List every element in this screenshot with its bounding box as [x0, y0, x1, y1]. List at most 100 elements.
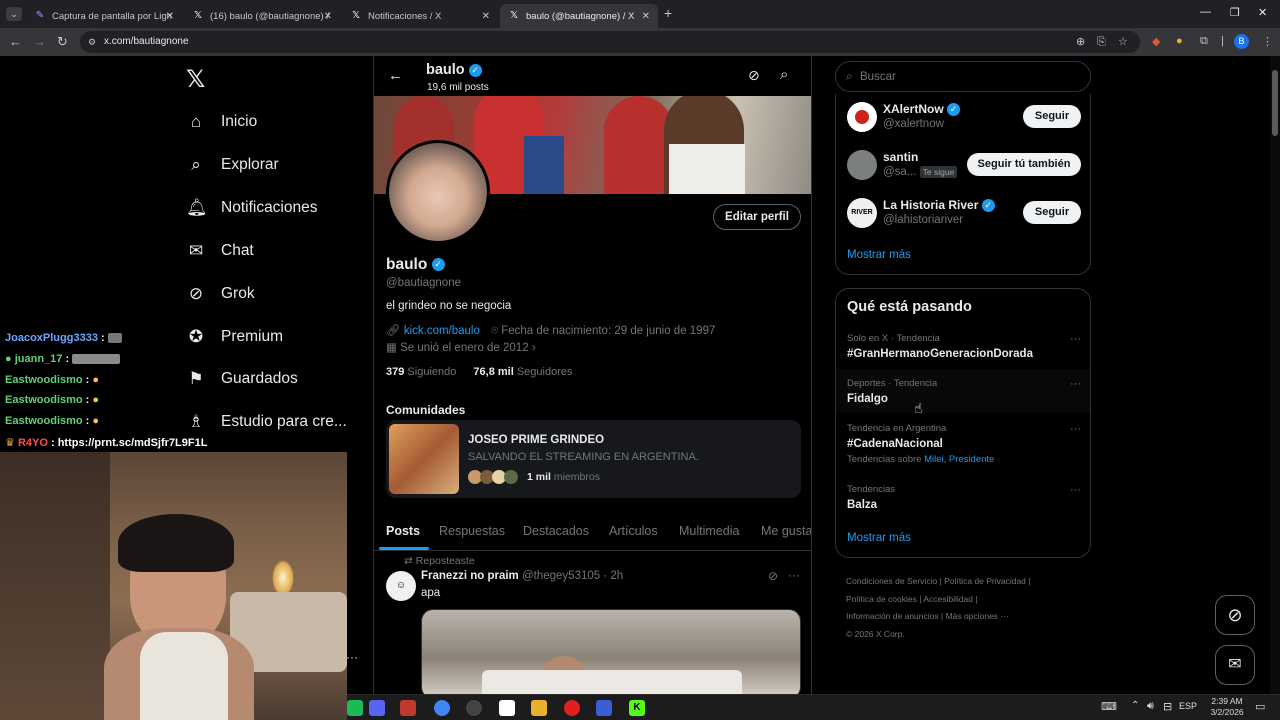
spotify-icon[interactable] — [347, 700, 363, 716]
close-icon[interactable]: ✕ — [482, 11, 490, 22]
followers-stat[interactable]: 76,8 mil Seguidores — [473, 366, 572, 378]
edit-profile-button[interactable]: Editar perfil — [713, 204, 801, 230]
search-box[interactable]: ⌕ Buscar — [835, 61, 1091, 92]
discord-icon[interactable] — [369, 700, 385, 716]
profile-avatar[interactable]: B — [1234, 34, 1249, 49]
more-options-icon[interactable]: ··· — [1070, 484, 1081, 496]
footer-link[interactable]: Accesibilidad — [923, 594, 973, 604]
nav-item-estudio[interactable]: ♗ Estudio para cre... — [186, 412, 346, 432]
footer-link[interactable]: Más opciones ··· — [946, 611, 1009, 621]
volume-icon[interactable]: 🔊︎ — [1147, 700, 1154, 713]
following-stat[interactable]: 379 Siguiendo — [386, 366, 456, 378]
kick-icon[interactable]: K — [629, 700, 645, 716]
file-explorer-icon[interactable] — [531, 700, 547, 716]
grok-icon[interactable]: ⊘ — [748, 67, 760, 84]
tab-articulos[interactable]: Artículos — [609, 524, 658, 538]
clock[interactable]: 2:39 AM 3/2/2026 — [1207, 696, 1247, 718]
trend-item[interactable]: Tendencias Balza ··· — [847, 484, 1081, 511]
trend-item[interactable]: Tendencia en Argentina #CadenaNacional T… — [847, 423, 1081, 465]
profile-joined[interactable]: ▦ Se unió el enero de 2012 › — [386, 340, 536, 354]
nav-item-chat[interactable]: ✉ Chat — [186, 241, 254, 261]
post-author-avatar[interactable]: ☺ — [386, 571, 416, 601]
browser-tab-4[interactable]: 𝕏 baulo (@bautiagnone) / X ✕ — [500, 4, 658, 28]
follow-back-button[interactable]: Seguir tú también — [967, 153, 1081, 176]
search-icon[interactable]: ⌕ — [780, 66, 788, 83]
nav-item-notificaciones[interactable]: 🔔︎ Notificaciones — [186, 198, 318, 218]
capcut-icon[interactable] — [499, 700, 515, 716]
scrollbar-thumb[interactable] — [1272, 70, 1278, 136]
close-icon[interactable]: ✕ — [642, 11, 650, 22]
restore-icon[interactable]: ❐ — [1230, 6, 1240, 19]
x-logo-icon[interactable]: 𝕏 — [186, 65, 205, 94]
back-icon[interactable]: ← — [9, 34, 22, 49]
tab-search-button[interactable]: ⌄ — [6, 7, 22, 21]
install-app-icon[interactable]: ⎘ — [1097, 31, 1106, 53]
chevron-up-icon[interactable]: ⌃ — [1131, 700, 1139, 711]
opera-icon[interactable] — [564, 700, 580, 716]
follow-suggestion[interactable]: RIVER La Historia River ✓ @lahistoriariv… — [847, 196, 1081, 230]
browser-tab-1[interactable]: ✎ Captura de pantalla por Lightsh ✕ — [26, 4, 182, 28]
browser-tab-3[interactable]: 𝕏 Notificaciones / X ✕ — [342, 4, 498, 28]
nav-item-grok[interactable]: ⊘ Grok — [186, 284, 255, 304]
follow-button[interactable]: Seguir — [1023, 105, 1081, 128]
extensions-puzzle-icon[interactable]: ⧉ — [1200, 35, 1208, 48]
grok-icon[interactable]: ⊘ — [768, 569, 778, 583]
tab-destacados[interactable]: Destacados — [523, 524, 589, 538]
show-more-link[interactable]: Mostrar más — [847, 249, 911, 261]
profile-avatar[interactable] — [386, 140, 490, 244]
obs-icon[interactable] — [466, 700, 482, 716]
forward-icon[interactable]: → — [33, 34, 46, 49]
bookmark-star-icon[interactable]: ☆ — [1118, 31, 1128, 53]
nav-item-inicio[interactable]: ⌂ Inicio — [186, 112, 257, 132]
tab-multimedia[interactable]: Multimedia — [679, 524, 739, 538]
back-arrow-icon[interactable]: ← — [388, 67, 403, 84]
follow-suggestion[interactable]: XAlertNow ✓ @xalertnow Seguir — [847, 100, 1081, 134]
follow-suggestion[interactable]: santin @sa... Te sigue Seguir tú también — [847, 148, 1081, 182]
language-indicator[interactable]: ESP — [1179, 701, 1197, 711]
footer-link[interactable]: Política de Privacidad — [944, 576, 1026, 586]
address-bar[interactable]: ⚙ x.com/bautiagnone ⊕ ⎘ ☆ — [80, 31, 1140, 53]
voicemeeter-icon[interactable] — [400, 700, 416, 716]
profile-link[interactable]: kick.com/baulo — [404, 325, 480, 337]
footer-link[interactable]: Política de cookies — [846, 594, 917, 604]
chrome-icon[interactable] — [434, 700, 450, 716]
tab-posts[interactable]: Posts — [386, 524, 420, 538]
community-card[interactable]: JOSEO PRIME GRINDEO SALVANDO EL STREAMIN… — [386, 420, 801, 498]
extension-color-icon[interactable]: ● — [1176, 35, 1183, 47]
close-window-icon[interactable]: ✕ — [1258, 6, 1267, 19]
messages-floating-button[interactable]: ✉ — [1215, 645, 1255, 685]
keyboard-icon[interactable]: ⌨ — [1101, 700, 1117, 713]
more-options-icon[interactable]: ··· — [788, 568, 800, 582]
nav-item-guardados[interactable]: ⚑ Guardados — [186, 369, 297, 389]
tab-respuestas[interactable]: Respuestas — [439, 524, 505, 538]
more-options-icon[interactable]: ··· — [1070, 333, 1081, 345]
search-input[interactable]: Buscar — [860, 71, 896, 83]
extension-icon[interactable]: ◆ — [1152, 35, 1160, 48]
nav-item-premium[interactable]: ✪ Premium — [186, 327, 283, 347]
browser-tab-2[interactable]: 𝕏 (16) baulo (@bautiagnone) / X ✕ — [184, 4, 340, 28]
site-info-icon[interactable]: ⚙ — [88, 31, 96, 53]
post-author-name[interactable]: Franezzi no praim — [421, 570, 519, 582]
reload-icon[interactable]: ↻ — [57, 34, 68, 50]
footer-link[interactable]: Información de anuncios — [846, 611, 939, 621]
scrollbar[interactable] — [1270, 56, 1280, 694]
app-icon[interactable] — [596, 700, 612, 716]
trend-item[interactable]: Solo en X · Tendencia #GranHermanoGenera… — [847, 333, 1081, 360]
more-options-icon[interactable]: ··· — [1070, 378, 1081, 390]
network-icon[interactable]: ⊟ — [1163, 700, 1172, 713]
trend-item[interactable]: Deportes · Tendencia Fidalgo ··· — [847, 378, 1081, 405]
close-icon[interactable]: ✕ — [324, 11, 332, 22]
more-menu-icon[interactable]: ⋮ — [1262, 35, 1273, 48]
notifications-icon[interactable]: ▭ — [1255, 700, 1265, 713]
zoom-icon[interactable]: ⊕ — [1076, 31, 1085, 53]
grok-floating-button[interactable]: ⊘ — [1215, 595, 1255, 635]
post-item[interactable]: ⇄ Reposteaste ☺ Franezzi no praim @thege… — [374, 551, 811, 694]
footer-link[interactable]: Condiciones de Servicio — [846, 576, 937, 586]
tab-me-gusta[interactable]: Me gusta — [761, 524, 811, 538]
trends-show-more-link[interactable]: Mostrar más — [847, 532, 911, 544]
more-dots-icon[interactable]: ··· — [346, 650, 358, 664]
follow-button[interactable]: Seguir — [1023, 201, 1081, 224]
nav-item-explorar[interactable]: ⌕ Explorar — [186, 155, 278, 175]
post-media[interactable] — [421, 609, 801, 694]
minimize-icon[interactable]: — — [1200, 6, 1211, 18]
